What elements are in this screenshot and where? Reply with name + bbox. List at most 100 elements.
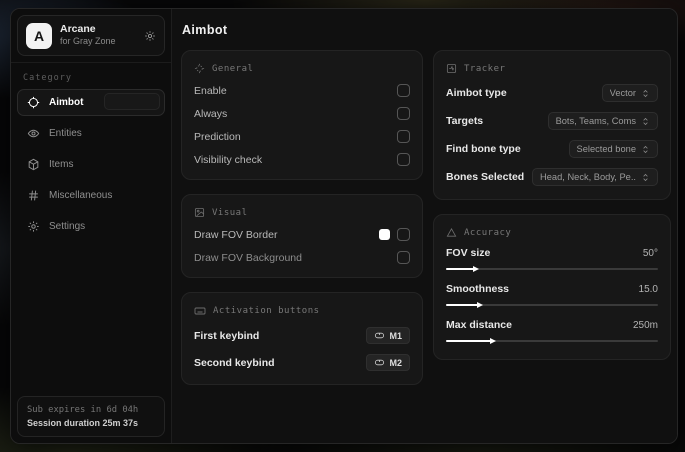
aimbot-type-label: Aimbot type bbox=[446, 87, 507, 99]
slider-thumb[interactable] bbox=[472, 266, 479, 272]
crosshair-dashed-icon bbox=[194, 63, 205, 74]
enable-checkbox[interactable] bbox=[397, 84, 410, 97]
sidebar-item-items[interactable]: Items bbox=[17, 151, 165, 178]
smoothness-label: Smoothness bbox=[446, 283, 510, 295]
settings-gear-icon[interactable] bbox=[144, 30, 156, 42]
fov-size-slider[interactable] bbox=[446, 266, 658, 272]
sidebar-item-miscellaneous[interactable]: Miscellaneous bbox=[17, 182, 165, 209]
draw-fov-border-row: Draw FOV Border bbox=[194, 223, 410, 246]
keyboard-icon bbox=[194, 305, 206, 317]
app-name: Arcane bbox=[60, 22, 96, 35]
first-keybind-row: First keybind M1 bbox=[194, 322, 410, 349]
first-keybind-value: M1 bbox=[389, 330, 402, 341]
draw-fov-border-checkbox[interactable] bbox=[397, 228, 410, 241]
prediction-label: Prediction bbox=[194, 130, 241, 143]
find-bone-type-value: Selected bone bbox=[576, 144, 636, 154]
box-icon bbox=[27, 158, 40, 171]
crosshair-icon bbox=[27, 96, 40, 109]
draw-fov-background-checkbox[interactable] bbox=[397, 251, 410, 264]
sidebar-item-label: Aimbot bbox=[49, 97, 84, 108]
bones-selected-row: Bones Selected Head, Neck, Body, Pe.. bbox=[446, 163, 658, 191]
prediction-checkbox[interactable] bbox=[397, 130, 410, 143]
scan-icon bbox=[446, 63, 457, 74]
smoothness-group: Smoothness 15.0 bbox=[446, 279, 658, 315]
sub-expires-text: Sub expires in 6d 04h bbox=[27, 405, 139, 415]
app-title-block: Arcane for Gray Zone bbox=[60, 23, 116, 48]
targets-select[interactable]: Bots, Teams, Coms bbox=[547, 112, 658, 130]
general-panel-header: General bbox=[194, 60, 410, 79]
slider-thumb[interactable] bbox=[476, 302, 483, 308]
chevrons-up-down-icon bbox=[641, 173, 650, 182]
slider-thumb[interactable] bbox=[489, 338, 496, 344]
sidebar-item-label: Entities bbox=[49, 128, 82, 139]
sidebar-nav: Aimbot Entities Items Miscellaneous Sett… bbox=[11, 87, 171, 242]
visibility-check-checkbox[interactable] bbox=[397, 153, 410, 166]
fov-size-label: FOV size bbox=[446, 247, 491, 259]
smoothness-slider[interactable] bbox=[446, 302, 658, 308]
gear-icon bbox=[27, 220, 40, 233]
find-bone-type-label: Find bone type bbox=[446, 143, 521, 155]
always-checkbox[interactable] bbox=[397, 107, 410, 120]
targets-label: Targets bbox=[446, 115, 484, 127]
aimbot-type-row: Aimbot type Vector bbox=[446, 79, 658, 107]
general-panel: General Enable Always Prediction Visibil… bbox=[181, 50, 423, 180]
smoothness-value: 15.0 bbox=[638, 283, 658, 295]
cheat-menu-window: A Arcane for Gray Zone Category Aimbot E… bbox=[10, 8, 678, 444]
fov-size-value: 50° bbox=[642, 247, 658, 259]
bones-selected-value: Head, Neck, Body, Pe.. bbox=[540, 172, 636, 182]
session-duration-text: Session duration 25m 37s bbox=[27, 418, 139, 428]
aimbot-type-select[interactable]: Vector bbox=[601, 84, 658, 102]
activation-panel-header: Activation buttons bbox=[194, 302, 410, 322]
fov-border-color-swatch[interactable] bbox=[379, 229, 390, 240]
aimbot-type-value: Vector bbox=[609, 88, 636, 98]
visual-panel: Visual Draw FOV Border Draw FOV Backgrou… bbox=[181, 194, 423, 278]
always-label: Always bbox=[194, 107, 228, 120]
app-subtitle: for Gray Zone bbox=[60, 36, 116, 47]
tracker-panel: Tracker Aimbot type Vector Targets Bots,… bbox=[433, 50, 671, 200]
find-bone-type-select[interactable]: Selected bone bbox=[568, 140, 658, 158]
always-row: Always bbox=[194, 102, 410, 125]
fov-size-group: FOV size 50° bbox=[446, 243, 658, 279]
chevrons-up-down-icon bbox=[641, 89, 650, 98]
category-label: Category bbox=[23, 73, 72, 83]
max-distance-slider[interactable] bbox=[446, 338, 658, 344]
accuracy-panel: Accuracy FOV size 50° Smoothness 15.0 Ma… bbox=[433, 214, 671, 360]
sidebar-item-aimbot[interactable]: Aimbot bbox=[17, 89, 165, 116]
sidebar-item-label: Settings bbox=[49, 221, 86, 232]
first-keybind-button[interactable]: M1 bbox=[366, 327, 410, 344]
accuracy-panel-header: Accuracy bbox=[446, 224, 658, 243]
sidebar-item-label: Items bbox=[49, 159, 74, 170]
prediction-row: Prediction bbox=[194, 125, 410, 148]
app-logo: A bbox=[26, 22, 52, 49]
sidebar-item-entities[interactable]: Entities bbox=[17, 120, 165, 147]
mouse-icon bbox=[374, 330, 385, 341]
draw-fov-background-row: Draw FOV Background bbox=[194, 246, 410, 269]
visual-panel-header: Visual bbox=[194, 204, 410, 223]
subscription-info-box: Sub expires in 6d 04h Session duration 2… bbox=[17, 396, 165, 437]
second-keybind-value: M2 bbox=[389, 357, 402, 368]
visibility-check-row: Visibility check bbox=[194, 148, 410, 171]
bones-selected-label: Bones Selected bbox=[446, 171, 525, 183]
visual-panel-title: Visual bbox=[212, 207, 248, 218]
bones-selected-select[interactable]: Head, Neck, Body, Pe.. bbox=[532, 168, 658, 186]
accuracy-panel-title: Accuracy bbox=[464, 227, 512, 238]
first-keybind-label: First keybind bbox=[194, 329, 260, 342]
mouse-icon bbox=[374, 357, 385, 368]
general-panel-title: General bbox=[212, 63, 254, 74]
image-icon bbox=[194, 207, 205, 218]
tracker-panel-title: Tracker bbox=[464, 63, 506, 74]
enable-row: Enable bbox=[194, 79, 410, 102]
draw-fov-border-label: Draw FOV Border bbox=[194, 228, 278, 241]
find-bone-type-row: Find bone type Selected bone bbox=[446, 135, 658, 163]
targets-row: Targets Bots, Teams, Coms bbox=[446, 107, 658, 135]
sidebar: A Arcane for Gray Zone Category Aimbot E… bbox=[11, 9, 172, 443]
draw-fov-background-label: Draw FOV Background bbox=[194, 251, 302, 264]
chevrons-up-down-icon bbox=[641, 117, 650, 126]
activation-panel: Activation buttons First keybind M1 Seco… bbox=[181, 292, 423, 385]
max-distance-value: 250m bbox=[632, 319, 658, 331]
sidebar-item-settings[interactable]: Settings bbox=[17, 213, 165, 240]
second-keybind-button[interactable]: M2 bbox=[366, 354, 410, 371]
activation-panel-title: Activation buttons bbox=[213, 306, 320, 316]
triangle-icon bbox=[446, 227, 457, 238]
main-content: Aimbot General Enable Always Prediction … bbox=[172, 9, 677, 443]
